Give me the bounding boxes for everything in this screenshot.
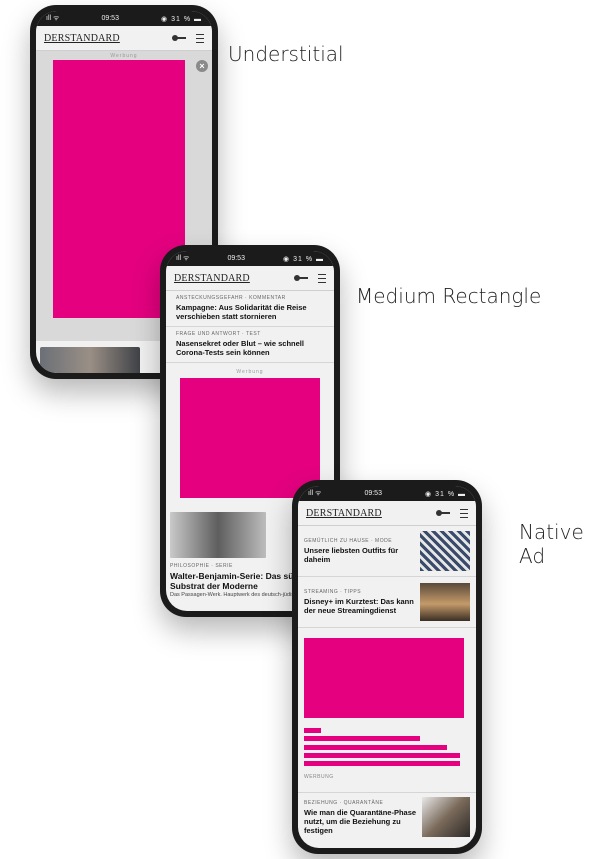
- article-headline: Kampagne: Aus Solidarität die Reise vers…: [176, 303, 307, 321]
- app-header: DERSTANDARD: [166, 266, 334, 291]
- medium-rectangle-ad[interactable]: [180, 378, 320, 498]
- brand-logo[interactable]: DERSTANDARD: [174, 273, 294, 284]
- article-thumbnail: [422, 797, 470, 837]
- native-ad-line: [304, 745, 447, 750]
- native-ad-line: [304, 761, 460, 766]
- article-kicker: Frage und Antwort · Test: [176, 331, 261, 337]
- ad-marker: Werbung: [236, 369, 264, 375]
- app-header: DERSTANDARD: [298, 501, 476, 526]
- close-icon[interactable]: ×: [196, 60, 208, 72]
- key-icon[interactable]: [172, 35, 186, 41]
- label-understitial: Understitial: [228, 42, 344, 66]
- article-headline: Unsere liebsten Outfits für daheim: [304, 546, 399, 564]
- native-ad-image: [304, 638, 464, 718]
- battery-icon: ◉ 31 % ▬: [161, 15, 202, 23]
- menu-icon[interactable]: [460, 508, 468, 518]
- article-kicker: Gemütlich zu Hause · Mode: [304, 538, 393, 544]
- label-medium-rectangle: Medium Rectangle: [356, 284, 542, 308]
- article-kicker: Beziehung · Quarantäne: [304, 799, 384, 806]
- article-kicker: Streaming · Tipps: [304, 589, 362, 595]
- clock: 09:53: [101, 15, 119, 22]
- article-image: [40, 347, 140, 373]
- native-ad-line: [304, 753, 460, 758]
- brand-logo[interactable]: DERSTANDARD: [306, 508, 436, 519]
- article-thumbnail: [420, 531, 470, 571]
- phone-native-ad: ıll ᯤ 09:53 ◉ 31 % ▬ DERSTANDARD Gemütli…: [292, 480, 482, 854]
- native-ad-line: [304, 728, 321, 733]
- battery-icon: ◉ 31 % ▬: [283, 255, 324, 263]
- list-item[interactable]: Gemütlich zu Hause · Mode Unsere liebste…: [298, 526, 476, 577]
- article-headline: Disney+ im Kurztest: Das kann der neue S…: [304, 597, 414, 615]
- key-icon[interactable]: [294, 275, 308, 281]
- key-icon[interactable]: [436, 510, 450, 516]
- native-ad-text-lines: [304, 728, 470, 766]
- ad-marker: Werbung: [304, 774, 334, 780]
- battery-icon: ◉ 31 % ▬: [425, 490, 466, 498]
- article-headline: Wie man die Quarantäne-Phase nutzt, um d…: [304, 807, 417, 835]
- article-headline: Nasensekret oder Blut – wie schnell Coro…: [176, 339, 304, 357]
- app-header: DERSTANDARD: [36, 26, 212, 51]
- article-kicker: Ansteckungsgefahr · Kommentar: [176, 295, 286, 301]
- screen: ıll ᯤ 09:53 ◉ 31 % ▬ DERSTANDARD Gemütli…: [298, 486, 476, 848]
- ad-marker: Werbung: [110, 53, 138, 59]
- status-bar: ıll ᯤ 09:53 ◉ 31 % ▬: [36, 11, 212, 26]
- menu-icon[interactable]: [318, 273, 326, 283]
- list-item[interactable]: Ansteckungsgefahr · Kommentar Kampagne: …: [166, 291, 334, 327]
- signal-icon: ıll ᯤ: [308, 490, 322, 497]
- list-item[interactable]: Streaming · Tipps Disney+ im Kurztest: D…: [298, 577, 476, 628]
- native-ad-line: [304, 736, 420, 741]
- article-image: [170, 512, 266, 558]
- signal-icon: ıll ᯤ: [46, 15, 60, 22]
- article-thumbnail: [420, 583, 470, 621]
- list-item[interactable]: Frage und Antwort · Test Nasensekret ode…: [166, 327, 334, 363]
- brand-logo[interactable]: DERSTANDARD: [44, 33, 172, 44]
- signal-icon: ıll ᯤ: [176, 255, 190, 262]
- status-bar: ıll ᯤ 09:53 ◉ 31 % ▬: [166, 251, 334, 266]
- native-ad[interactable]: Werbung: [298, 628, 476, 780]
- clock: 09:53: [227, 255, 245, 262]
- status-bar: ıll ᯤ 09:53 ◉ 31 % ▬: [298, 486, 476, 501]
- clock: 09:53: [364, 490, 382, 497]
- label-native-ad: Native Ad: [519, 520, 584, 568]
- list-item[interactable]: Beziehung · Quarantäne Wie man die Quara…: [298, 792, 476, 841]
- menu-icon[interactable]: [196, 33, 204, 43]
